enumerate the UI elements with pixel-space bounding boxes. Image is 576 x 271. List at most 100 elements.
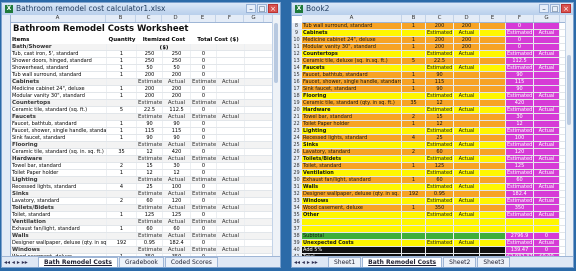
cell-f[interactable]: 115 bbox=[506, 79, 534, 85]
cell-b[interactable] bbox=[107, 100, 137, 106]
cell-f[interactable] bbox=[217, 149, 245, 155]
cell-e[interactable]: Estimated bbox=[191, 142, 217, 148]
right-vertical-scrollbar[interactable] bbox=[565, 15, 573, 257]
cell-f[interactable] bbox=[217, 72, 245, 78]
cell-d[interactable]: 250 bbox=[163, 58, 191, 64]
cell-g[interactable] bbox=[534, 226, 560, 232]
cell-e[interactable] bbox=[480, 93, 506, 99]
cell-c[interactable]: Estimated bbox=[137, 247, 163, 253]
cell-f[interactable] bbox=[217, 240, 245, 246]
cell-d[interactable]: Actual bbox=[454, 170, 480, 176]
cell-e[interactable]: Estimated bbox=[191, 191, 217, 197]
cell-f[interactable] bbox=[506, 226, 534, 232]
cell-c[interactable]: 200 bbox=[426, 44, 454, 50]
cell-e[interactable]: 0 bbox=[191, 86, 217, 92]
cell-c[interactable]: Estimated bbox=[426, 184, 454, 190]
cell-d[interactable] bbox=[454, 100, 480, 106]
minimize-button[interactable]: – bbox=[246, 4, 256, 13]
cell-g[interactable] bbox=[534, 163, 560, 169]
row-number[interactable]: 22 bbox=[292, 121, 302, 127]
cell-e[interactable] bbox=[480, 149, 506, 155]
cell-c[interactable]: Estimated bbox=[426, 240, 454, 246]
cell-d[interactable]: Actual bbox=[454, 65, 480, 71]
cell-f[interactable]: Estimated bbox=[506, 65, 534, 71]
cell-a[interactable]: Sinks bbox=[11, 191, 107, 197]
cell-e[interactable] bbox=[480, 177, 506, 183]
cell-f[interactable] bbox=[217, 107, 245, 113]
cell-c[interactable]: Estimated bbox=[137, 114, 163, 120]
cell-e[interactable] bbox=[480, 37, 506, 43]
cell-f[interactable]: Actual bbox=[217, 156, 245, 162]
cell-c[interactable]: Estimated bbox=[137, 100, 163, 106]
column-header-e[interactable]: E bbox=[190, 15, 216, 22]
cell-c[interactable]: 200 bbox=[426, 23, 454, 29]
cell-c[interactable]: 15 bbox=[426, 114, 454, 120]
cell-b[interactable] bbox=[402, 226, 426, 232]
cell-a[interactable]: Unexpected Costs bbox=[302, 240, 402, 246]
cell-f[interactable] bbox=[217, 93, 245, 99]
row-number[interactable]: 38 bbox=[292, 233, 302, 239]
cell-e[interactable] bbox=[480, 51, 506, 57]
cell-e[interactable]: 0 bbox=[191, 184, 217, 190]
cell-f[interactable]: 100 bbox=[506, 135, 534, 141]
tab-sheet2[interactable]: Sheet2 bbox=[443, 257, 477, 267]
cell-c[interactable]: Estimated bbox=[426, 107, 454, 113]
cell-d[interactable]: 200 bbox=[163, 72, 191, 78]
cell-g[interactable] bbox=[534, 121, 560, 127]
cell-f[interactable] bbox=[217, 212, 245, 218]
cell-d[interactable] bbox=[454, 114, 480, 120]
cell-a[interactable]: Toilet Paper holder bbox=[11, 170, 107, 176]
row-number[interactable]: 37 bbox=[292, 226, 302, 232]
cell-f[interactable]: 139.47 bbox=[506, 247, 534, 253]
cell-a[interactable]: Other bbox=[302, 212, 402, 218]
row-number[interactable]: 35 bbox=[292, 212, 302, 218]
cell-c[interactable] bbox=[426, 233, 454, 239]
cell-b[interactable] bbox=[402, 219, 426, 225]
cell-d[interactable]: Actual bbox=[454, 51, 480, 57]
row-number[interactable]: 18 bbox=[292, 93, 302, 99]
cell-d[interactable]: 200 bbox=[163, 86, 191, 92]
cell-b[interactable]: 1 bbox=[107, 128, 137, 134]
cell-e[interactable]: 0 bbox=[191, 170, 217, 176]
row-number[interactable]: 25 bbox=[292, 142, 302, 148]
cell-c[interactable]: 25 bbox=[137, 184, 163, 190]
cell-e[interactable] bbox=[480, 163, 506, 169]
cell-d[interactable]: 12 bbox=[163, 170, 191, 176]
cell-f[interactable]: 90 bbox=[506, 72, 534, 78]
cell-f[interactable]: 112.5 bbox=[506, 58, 534, 64]
cell-g[interactable]: Actual bbox=[534, 184, 560, 190]
cell-b[interactable] bbox=[107, 177, 137, 183]
column-header-a[interactable]: A bbox=[302, 15, 402, 22]
cell-a[interactable]: Lavatory, standard bbox=[302, 149, 402, 155]
row-number[interactable]: 12 bbox=[292, 51, 302, 57]
cell-g[interactable] bbox=[534, 114, 560, 120]
column-header-a[interactable]: A bbox=[10, 15, 106, 22]
cell-e[interactable] bbox=[480, 198, 506, 204]
cell-b[interactable] bbox=[402, 30, 426, 36]
row-number[interactable]: 19 bbox=[292, 100, 302, 106]
cell-d[interactable] bbox=[454, 191, 480, 197]
cell-a[interactable]: Toilets/Bidets bbox=[302, 156, 402, 162]
cell-d[interactable]: 120 bbox=[163, 198, 191, 204]
cell-d[interactable]: 30 bbox=[163, 163, 191, 169]
cell-g[interactable] bbox=[534, 177, 560, 183]
cell-d[interactable] bbox=[454, 86, 480, 92]
cell-a[interactable]: Faucet, shower, single handle, standard bbox=[302, 79, 402, 85]
cell-c[interactable]: 22.5 bbox=[137, 107, 163, 113]
cell-b[interactable] bbox=[402, 233, 426, 239]
cell-f[interactable] bbox=[217, 128, 245, 134]
cell-d[interactable]: 420 bbox=[163, 149, 191, 155]
cell-f[interactable]: Actual bbox=[217, 177, 245, 183]
row-number[interactable]: 23 bbox=[292, 128, 302, 134]
cell-d[interactable] bbox=[454, 163, 480, 169]
column-header-f[interactable]: F bbox=[216, 15, 244, 22]
tab-nav-arrows[interactable]: ◂◂ ◂ ▸ ▸▸ bbox=[2, 258, 38, 267]
cell-d[interactable]: Actual bbox=[454, 128, 480, 134]
cell-e[interactable]: 0 bbox=[191, 128, 217, 134]
cell-b[interactable] bbox=[402, 170, 426, 176]
maximize-button[interactable]: □ bbox=[550, 4, 560, 13]
cell-c[interactable]: 50 bbox=[137, 65, 163, 71]
column-header-g[interactable]: G bbox=[244, 15, 264, 22]
column-header-b[interactable]: B bbox=[402, 15, 426, 22]
cell-f[interactable]: 0 bbox=[506, 37, 534, 43]
